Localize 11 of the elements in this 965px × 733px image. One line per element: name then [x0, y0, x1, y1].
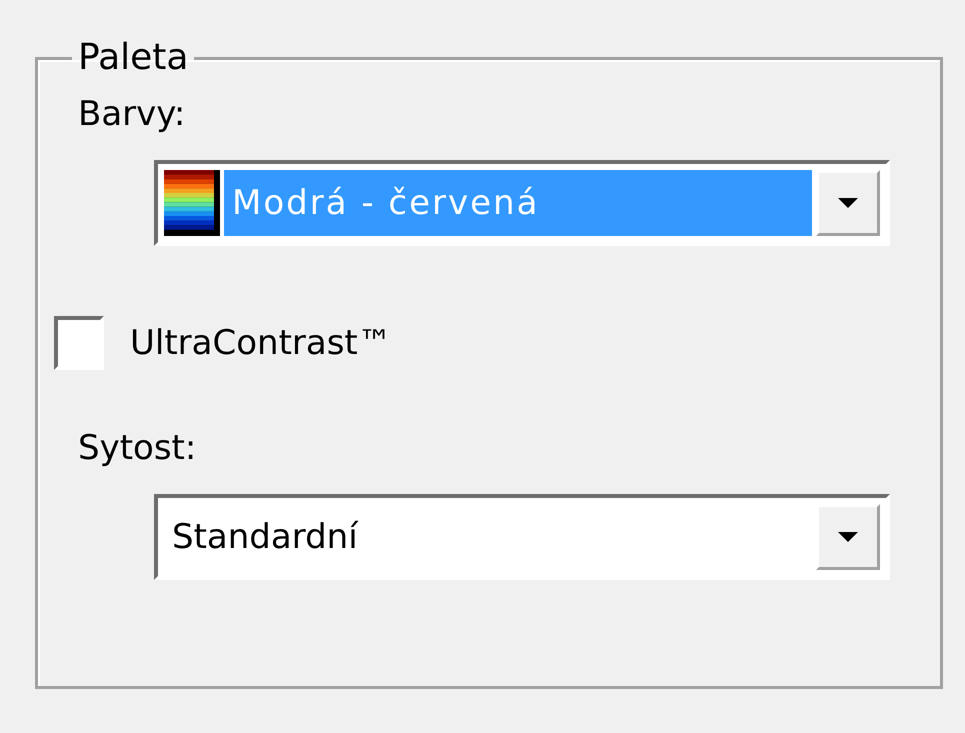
caret-icon: [838, 198, 858, 208]
saturation-label: Sytost:: [78, 428, 196, 468]
ultracontrast-label: UltraContrast™: [130, 323, 392, 363]
caret-icon: [838, 532, 858, 542]
gradient-swatch-icon: [164, 170, 220, 236]
saturation-dropdown[interactable]: Standardní: [154, 494, 890, 580]
ultracontrast-checkbox[interactable]: [54, 316, 104, 370]
colors-label: Barvy:: [78, 94, 186, 134]
group-title: Paleta: [77, 40, 190, 76]
dropdown-button[interactable]: [816, 504, 880, 570]
dropdown-button[interactable]: [816, 170, 880, 236]
